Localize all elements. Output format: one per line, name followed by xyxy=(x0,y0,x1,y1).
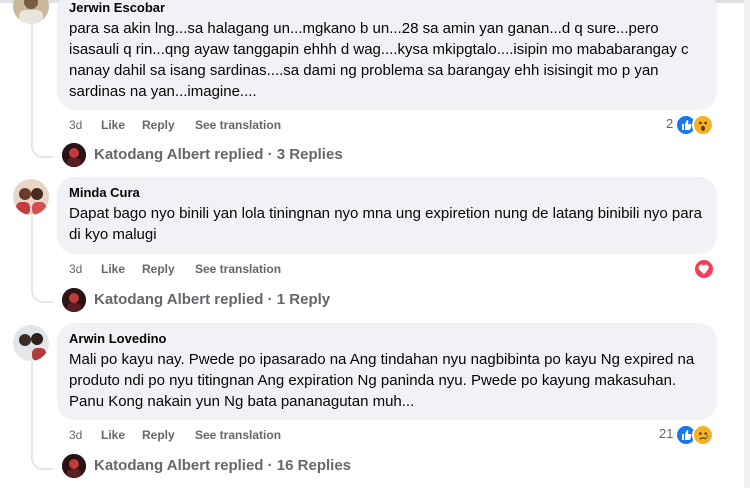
comment-actions: 3d Like Reply See translation xyxy=(69,261,369,277)
comment-text: Dapat bago nyo binili yan lola tiningnan… xyxy=(69,205,702,243)
comment-bubble: Minda Cura Dapat bago nyo binili yan lol… xyxy=(57,177,717,254)
avatar[interactable] xyxy=(13,325,49,361)
reaction-summary[interactable]: 2 xyxy=(664,114,716,136)
comment-timestamp[interactable]: 3d xyxy=(69,261,82,277)
thread-curve xyxy=(31,450,53,470)
comment-text: para sa akin lng...sa halagang un...mgka… xyxy=(69,20,689,100)
replies-label: Katodang Albert replied · 16 Replies xyxy=(94,457,351,474)
comment-bubble: Arwin Lovedino Mali po kayu nay. Pwede p… xyxy=(57,323,717,420)
comment-actions: 3d Like Reply See translation xyxy=(69,117,369,133)
thread-curve xyxy=(31,138,53,158)
like-button[interactable]: Like xyxy=(101,117,125,133)
wow-icon xyxy=(692,114,714,136)
reaction-count: 2 xyxy=(666,116,674,131)
comment-timestamp[interactable]: 3d xyxy=(69,427,82,443)
avatar[interactable] xyxy=(13,179,49,215)
reaction-summary[interactable]: 21 xyxy=(657,424,717,446)
reply-button[interactable]: Reply xyxy=(142,261,175,277)
see-translation-link[interactable]: See translation xyxy=(195,261,281,277)
sad-icon xyxy=(692,424,714,446)
reaction-count: 21 xyxy=(659,426,674,441)
comment-author[interactable]: Jerwin Escobar xyxy=(69,0,705,16)
replies-label: Katodang Albert replied · 3 Replies xyxy=(94,146,343,163)
comment-author[interactable]: Arwin Lovedino xyxy=(69,331,705,347)
avatar xyxy=(62,454,86,478)
avatar xyxy=(62,288,86,312)
reply-button[interactable]: Reply xyxy=(142,427,175,443)
reply-button[interactable]: Reply xyxy=(142,117,175,133)
thread-line xyxy=(31,216,33,293)
comment-author[interactable]: Minda Cura xyxy=(69,185,705,201)
like-button[interactable]: Like xyxy=(101,261,125,277)
thread-line xyxy=(31,362,33,460)
thread-curve xyxy=(31,283,53,303)
avatar[interactable] xyxy=(13,0,49,24)
comment-actions: 3d Like Reply See translation xyxy=(69,427,369,443)
see-translation-link[interactable]: See translation xyxy=(195,117,281,133)
replies-label: Katodang Albert replied · 1 Reply xyxy=(94,291,331,308)
avatar xyxy=(62,143,86,167)
like-button[interactable]: Like xyxy=(101,427,125,443)
reaction-summary[interactable] xyxy=(693,258,715,280)
scrollbar-track[interactable] xyxy=(744,0,750,488)
comment-text: Mali po kayu nay. Pwede po ipasarado na … xyxy=(69,351,695,410)
thread-line xyxy=(31,24,33,148)
comment-bubble: Jerwin Escobar para sa akin lng...sa hal… xyxy=(57,0,717,110)
love-icon xyxy=(693,258,715,280)
see-translation-link[interactable]: See translation xyxy=(195,427,281,443)
comment-timestamp[interactable]: 3d xyxy=(69,117,82,133)
